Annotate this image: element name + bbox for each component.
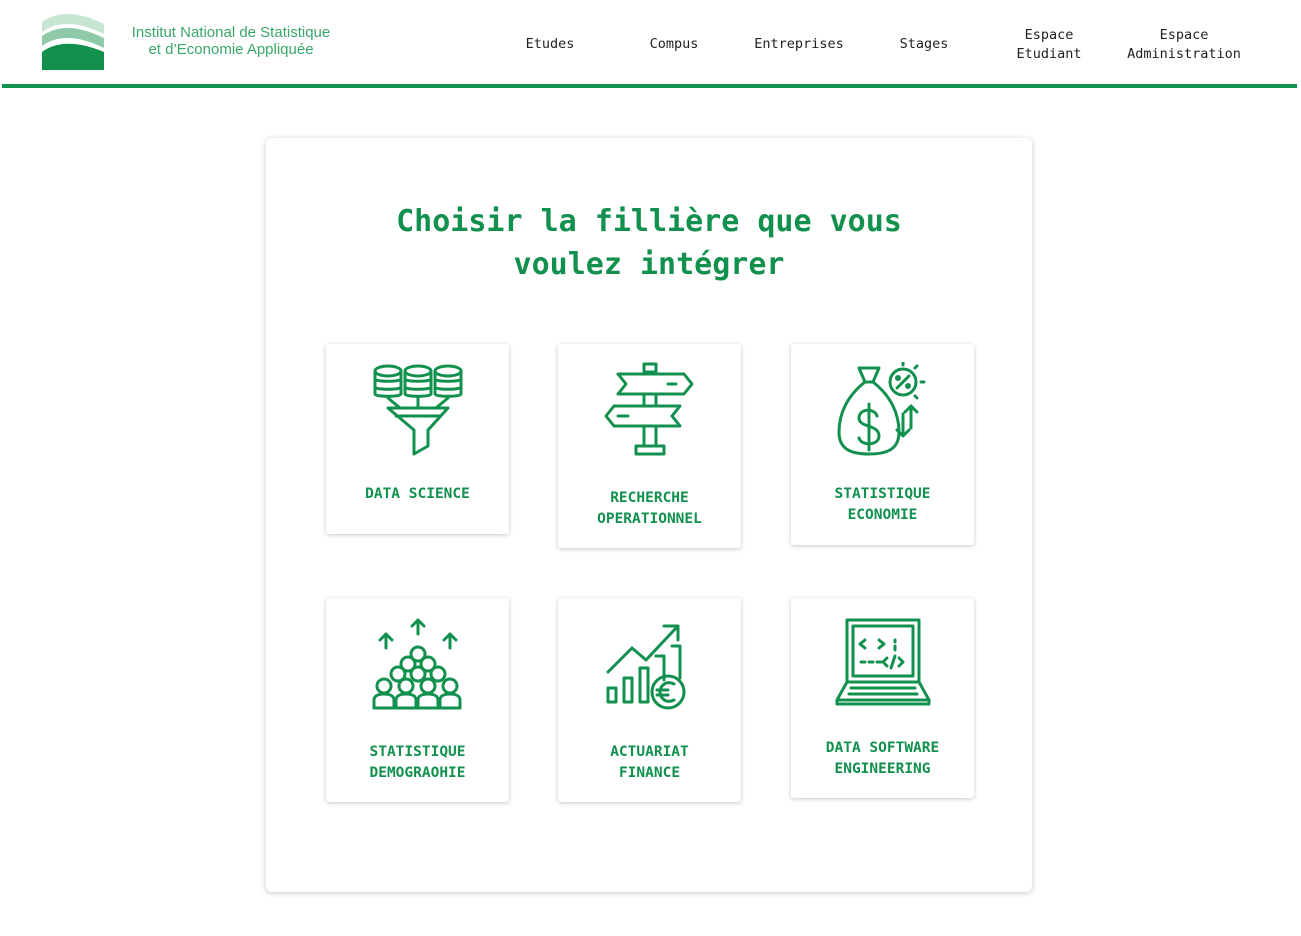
nav-espace-administration[interactable]: Espace Administration bbox=[1114, 26, 1254, 64]
logo-line-1: Institut National de Statistique bbox=[131, 24, 331, 41]
code-laptop-icon bbox=[835, 618, 931, 706]
card-actuariat-finance[interactable]: ACTUARIAT FINANCE bbox=[558, 598, 741, 802]
euro-growth-chart-icon bbox=[606, 624, 686, 710]
card-label: STATISTIQUE ECONOMIE bbox=[834, 486, 931, 523]
nav-stages[interactable]: Stages bbox=[886, 35, 962, 54]
nav-compus[interactable]: Compus bbox=[636, 35, 712, 54]
money-bag-icon bbox=[837, 362, 926, 456]
signpost-icon bbox=[604, 362, 694, 456]
card-statistique-demographie[interactable]: STATISTIQUE DEMOGRAOHIE bbox=[326, 598, 509, 802]
card-label: STATISTIQUE DEMOGRAOHIE bbox=[369, 744, 466, 781]
wave-logo-icon bbox=[42, 13, 104, 70]
card-recherche-operationnel[interactable]: RECHERCHE OPERATIONNEL bbox=[558, 344, 741, 548]
logo-text: Institut National de Statistique et d’Ec… bbox=[116, 24, 346, 58]
card-data-science[interactable]: DATA SCIENCE bbox=[326, 344, 509, 534]
program-selection-panel: Choisir la fillière que vous voulez inté… bbox=[266, 138, 1032, 892]
logo-line-2: et d’Economie Appliquée bbox=[148, 41, 314, 58]
nav-etudes[interactable]: Etudes bbox=[512, 35, 588, 54]
nav-entreprises[interactable]: Entreprises bbox=[744, 35, 854, 54]
card-label: DATA SOFTWARE ENGINEERING bbox=[825, 740, 940, 777]
insea-logo[interactable]: Institut National de Statistique et d’Ec… bbox=[40, 12, 340, 72]
crowd-growth-icon bbox=[372, 618, 462, 710]
site-header: Institut National de Statistique et d’Ec… bbox=[0, 0, 1301, 88]
card-label: ACTUARIAT FINANCE bbox=[610, 744, 689, 781]
card-data-software-engineering[interactable]: DATA SOFTWARE ENGINEERING bbox=[791, 598, 974, 798]
nav-espace-etudiant[interactable]: Espace Etudiant bbox=[1004, 26, 1094, 64]
header-divider bbox=[2, 84, 1297, 88]
card-label: RECHERCHE OPERATIONNEL bbox=[597, 490, 702, 527]
page-title: Choisir la fillière que vous voulez inté… bbox=[396, 204, 902, 282]
card-label: DATA SCIENCE bbox=[365, 486, 470, 502]
database-funnel-icon bbox=[373, 364, 463, 456]
card-statistique-economie[interactable]: STATISTIQUE ECONOMIE bbox=[791, 344, 974, 545]
